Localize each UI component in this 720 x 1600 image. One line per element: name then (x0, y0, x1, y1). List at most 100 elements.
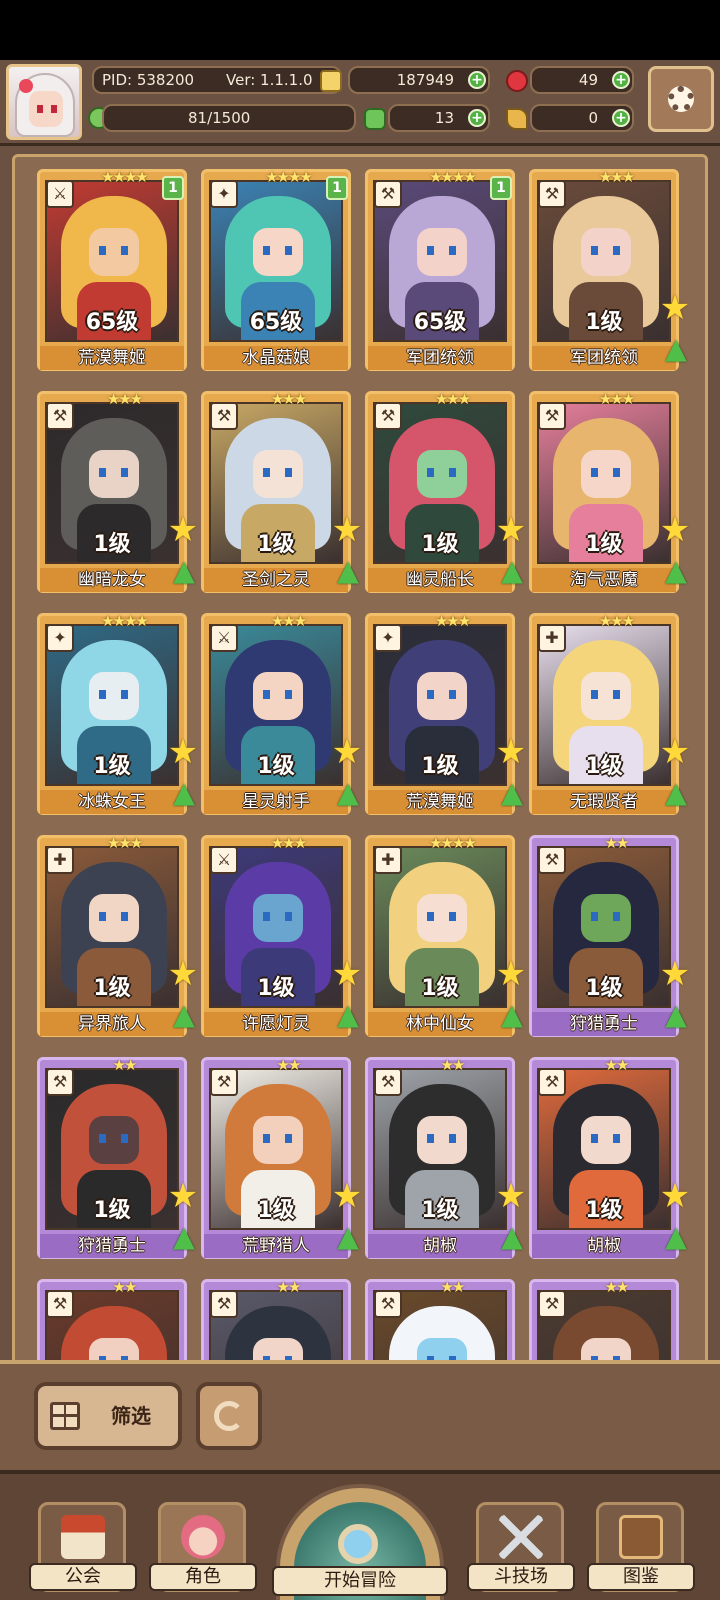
add-clover-button[interactable]: + (468, 109, 486, 127)
star-up-icon[interactable]: ★ (330, 957, 364, 991)
character-card[interactable]: ⚔ ★★★ 1级 许愿灯灵 ★ ▲ (201, 834, 362, 1037)
star-up-icon[interactable]: ★ (166, 1179, 200, 1213)
level-up-icon[interactable]: ▲ (660, 998, 692, 1032)
portrait-face (581, 1116, 631, 1164)
level-up-icon[interactable]: ▲ (168, 554, 200, 588)
star-up-icon[interactable]: ★ (330, 1179, 364, 1213)
nav-arena[interactable]: 斗技场 (467, 1502, 575, 1592)
star-up-icon[interactable]: ★ (658, 291, 692, 325)
refresh-icon (214, 1401, 244, 1431)
character-card[interactable]: ⚒ ★★★ 1级 幽暗龙女 ★ ▲ (37, 390, 198, 593)
class-icon: ⚒ (538, 180, 566, 208)
player-avatar[interactable] (6, 64, 82, 140)
character-card[interactable]: ⚒ ★★★ 1级 淘气恶魔 ★ ▲ (529, 390, 690, 593)
star-up-icon[interactable]: ★ (166, 735, 200, 769)
character-card[interactable]: ⚒ ★★★★ 1 65级 军团统领 (365, 168, 515, 371)
nav-adventure[interactable]: 开始冒险 (272, 1474, 448, 1600)
filter-button[interactable]: 筛选 (34, 1382, 182, 1450)
character-card[interactable]: ⚒ ★★ 1级 狩猎勇士 ★ ▲ (37, 1056, 198, 1259)
star-up-icon[interactable]: ★ (330, 513, 364, 547)
add-key-button[interactable]: + (612, 109, 630, 127)
character-card[interactable]: ⚒ ★★ 1级 胡椒 ★ ▲ (529, 1056, 690, 1259)
name-bar: 狩猎勇士 (40, 1234, 184, 1258)
portrait-face (253, 228, 303, 276)
character-name: 胡椒 (587, 1236, 621, 1256)
character-card[interactable]: ⚒ ★★ 1级 荒野猎人 ★ ▲ (201, 1056, 362, 1259)
add-gold-button[interactable]: + (468, 71, 486, 89)
character-card[interactable]: ✦ ★★★★ 1 65级 水晶菇娘 (201, 168, 351, 371)
portrait-eye (121, 912, 128, 921)
portrait-eye (427, 468, 434, 477)
star-up-icon[interactable]: ★ (658, 1179, 692, 1213)
sort-refresh-button[interactable] (196, 1382, 262, 1450)
name-bar: 荒野猎人 (204, 1234, 348, 1258)
character-card[interactable]: ⚒ ★★★ 1级 幽灵船长 ★ ▲ (365, 390, 526, 593)
star-up-icon[interactable]: ★ (494, 735, 528, 769)
portrait-eye (591, 468, 598, 477)
portrait-eye (263, 912, 270, 921)
star-up-icon[interactable]: ★ (658, 735, 692, 769)
star-up-icon[interactable]: ★ (494, 513, 528, 547)
star-up-icon[interactable]: ★ (330, 735, 364, 769)
star-up-icon[interactable]: ★ (494, 1179, 528, 1213)
level-up-icon[interactable]: ▲ (660, 1220, 692, 1254)
level-up-icon[interactable]: ▲ (660, 554, 692, 588)
character-card[interactable]: ✚ ★★★ 1级 无瑕贤者 ★ ▲ (529, 612, 690, 815)
level-up-icon[interactable]: ▲ (332, 1220, 364, 1254)
level-up-icon[interactable]: ▲ (168, 776, 200, 810)
name-bar: 胡椒 (532, 1234, 676, 1258)
portrait-face (253, 1116, 303, 1164)
level-up-icon[interactable]: ▲ (496, 998, 528, 1032)
star-up-icon[interactable]: ★ (658, 957, 692, 991)
star-rating: ★★★★ (265, 168, 313, 186)
nav-codex[interactable]: 图鉴 (587, 1502, 695, 1592)
nav-guild[interactable]: 公会 (29, 1502, 137, 1592)
character-card[interactable]: ⚒ ★★ 1级 胡椒 ★ ▲ (365, 1056, 526, 1259)
star-up-icon[interactable]: ★ (166, 957, 200, 991)
portrait-eye (449, 1134, 456, 1143)
character-level: 1级 (93, 1198, 131, 1223)
portrait-eye (613, 912, 620, 921)
level-up-icon[interactable]: ▲ (660, 332, 692, 366)
star-rating: ★★★ (598, 168, 635, 186)
portrait-eye (121, 1134, 128, 1143)
level-up-icon[interactable]: ▲ (496, 554, 528, 588)
character-card[interactable]: ⚒ ★★★ 1级 军团统领 ★ ▲ (529, 168, 690, 371)
nav-guild-label: 公会 (29, 1563, 137, 1591)
character-card[interactable]: ⚒ ★★★ 1级 圣剑之灵 ★ ▲ (201, 390, 362, 593)
character-card[interactable]: ⚒ ★★ 1级 狩猎勇士 ★ ▲ (529, 834, 690, 1037)
character-name: 异界旅人 (78, 1014, 146, 1034)
level-up-icon[interactable]: ▲ (168, 1220, 200, 1254)
level-up-icon[interactable]: ▲ (332, 554, 364, 588)
name-bar: 冰蛛女王 (40, 790, 184, 814)
level-up-icon[interactable]: ▲ (496, 1220, 528, 1254)
character-card[interactable]: ✚ ★★★ 1级 异界旅人 ★ ▲ (37, 834, 198, 1037)
star-up-icon[interactable]: ★ (494, 957, 528, 991)
portrait-eye (427, 246, 434, 255)
nav-character[interactable]: 角色 (149, 1502, 257, 1592)
portrait-face (417, 672, 467, 720)
character-card[interactable]: ✚ ★★★★ 1级 林中仙女 ★ ▲ (365, 834, 526, 1037)
portrait-eye (449, 246, 456, 255)
character-level: 1级 (257, 1198, 295, 1223)
star-up-icon[interactable]: ★ (658, 513, 692, 547)
character-card[interactable]: ⚔ ★★★ 1级 星灵射手 ★ ▲ (201, 612, 362, 815)
character-card[interactable]: ✦ ★★★ 1级 荒漠舞姬 ★ ▲ (365, 612, 526, 815)
level-up-icon[interactable]: ▲ (496, 776, 528, 810)
portrait-eye (613, 246, 620, 255)
star-up-icon[interactable]: ★ (166, 513, 200, 547)
character-card[interactable]: ✦ ★★★★ 1级 冰蛛女王 ★ ▲ (37, 612, 198, 815)
level-up-icon[interactable]: ▲ (660, 776, 692, 810)
class-icon: ✦ (374, 624, 402, 652)
star-rating: ★★★ (270, 390, 307, 408)
level-up-icon[interactable]: ▲ (332, 776, 364, 810)
portrait-eye (591, 912, 598, 921)
level-up-icon[interactable]: ▲ (332, 998, 364, 1032)
star-rating: ★★★ (270, 834, 307, 852)
level-up-icon[interactable]: ▲ (168, 998, 200, 1032)
add-gem-button[interactable]: + (612, 71, 630, 89)
portrait-eye (449, 468, 456, 477)
portrait-face (253, 672, 303, 720)
settings-button[interactable] (648, 66, 714, 132)
character-card[interactable]: ⚔ ★★★★ 1 65级 荒漠舞姬 (37, 168, 187, 371)
